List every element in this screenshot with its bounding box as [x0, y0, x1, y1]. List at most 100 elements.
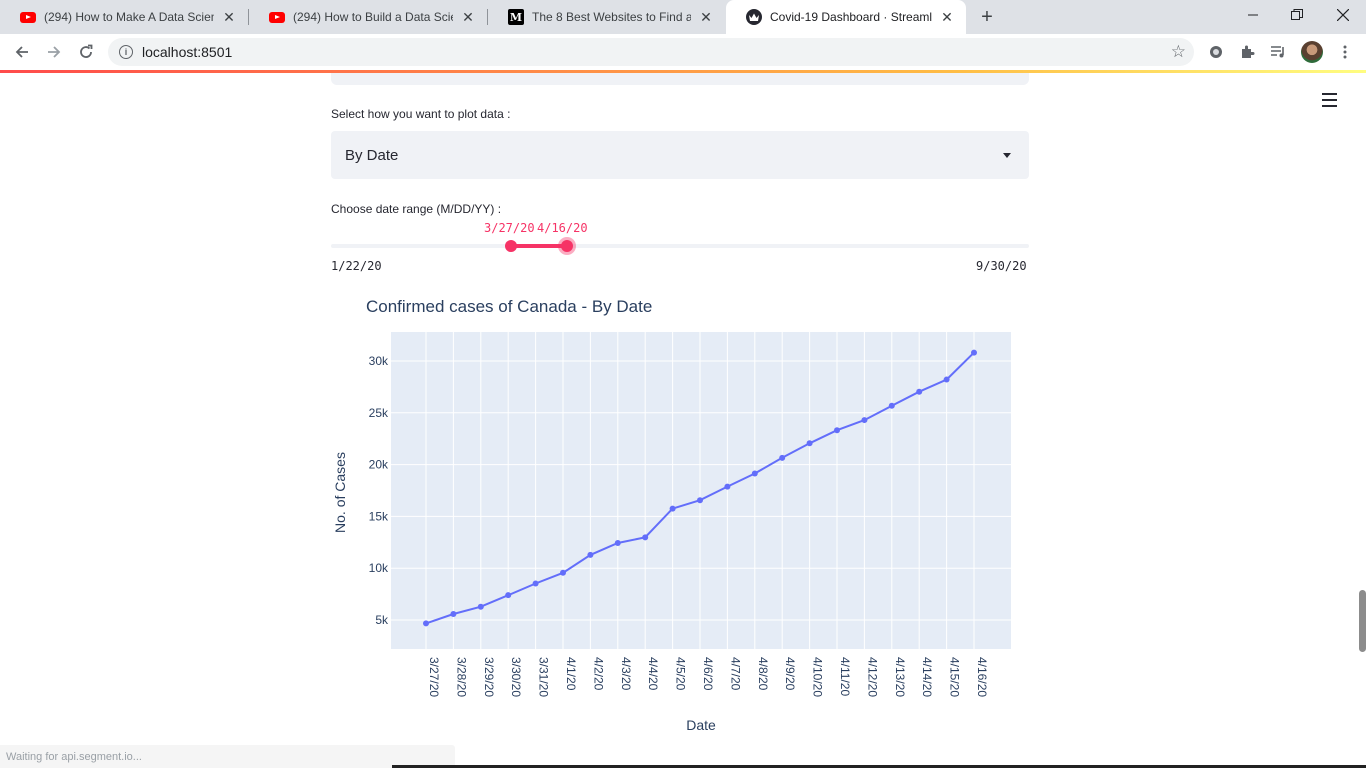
- youtube-icon: [269, 9, 285, 25]
- date-range-label: Choose date range (M/DD/YY) :: [331, 202, 502, 216]
- data-point: [450, 611, 457, 618]
- x-tick-label: 3/30/20: [509, 657, 523, 697]
- chart-title: Confirmed cases of Canada - By Date: [366, 297, 652, 316]
- slider-max-label: 9/30/20: [976, 259, 1027, 273]
- back-button[interactable]: [8, 38, 36, 66]
- close-tab-icon[interactable]: ✕: [938, 8, 956, 26]
- extensions-puzzle-icon[interactable]: [1238, 42, 1258, 62]
- x-tick-label: 4/10/20: [811, 657, 825, 697]
- tab-title: The 8 Best Websites to Find a Ha: [532, 10, 691, 24]
- extension-circle-icon[interactable]: [1206, 42, 1226, 62]
- x-tick-label: 4/3/20: [619, 657, 633, 691]
- x-tick-label: 3/29/20: [482, 657, 496, 697]
- browser-tab-2[interactable]: (294) How to Build a Data Scienc ✕: [249, 0, 487, 34]
- url-text: localhost:8501: [142, 44, 233, 60]
- minimize-button[interactable]: [1230, 0, 1276, 30]
- data-point: [861, 417, 868, 424]
- x-tick-label: 4/1/20: [564, 657, 578, 691]
- data-point: [916, 388, 923, 395]
- cases-line-chart[interactable]: 5k 10k 15k 20k 25k 30k 3/27/20 3/28/20 3/29/20 3/…: [331, 291, 1029, 751]
- x-tick-label: 4/5/20: [674, 657, 688, 691]
- x-tick-label: 4/7/20: [728, 657, 742, 691]
- restore-button[interactable]: [1274, 0, 1320, 30]
- plot-select-label: Select how you want to plot data :: [331, 107, 511, 121]
- x-tick-label: 3/27/20: [427, 657, 441, 697]
- tab-strip: (294) How to Make A Data Scienc ✕ (294) …: [0, 0, 1366, 34]
- close-tab-icon[interactable]: ✕: [459, 8, 477, 26]
- media-queue-icon[interactable]: [1269, 42, 1289, 62]
- plot-background: [391, 332, 1011, 649]
- data-point: [642, 534, 649, 541]
- data-point: [614, 539, 621, 546]
- x-tick-label: 4/13/20: [893, 657, 907, 697]
- data-point: [971, 349, 977, 356]
- data-point: [724, 483, 731, 490]
- address-bar[interactable]: i localhost:8501 ☆: [108, 38, 1194, 66]
- bookmark-star-icon[interactable]: ☆: [1171, 42, 1186, 62]
- hamburger-menu-icon[interactable]: [1322, 93, 1337, 111]
- slider-high-handle[interactable]: [561, 240, 573, 252]
- browser-tab-1[interactable]: (294) How to Make A Data Scienc ✕: [0, 0, 248, 34]
- data-point: [587, 551, 594, 558]
- browser-toolbar: i localhost:8501 ☆: [0, 34, 1366, 70]
- previous-widget-box: [331, 73, 1029, 85]
- slider-high-value: 4/16/20: [537, 221, 588, 235]
- tab-title: Covid-19 Dashboard · Streamlit: [770, 10, 932, 24]
- new-tab-button[interactable]: +: [976, 6, 998, 28]
- data-point: [779, 454, 786, 461]
- status-bar: Waiting for api.segment.io...: [0, 745, 455, 768]
- browser-menu-icon[interactable]: [1335, 42, 1355, 62]
- plot-type-select-value: By Date: [345, 146, 399, 164]
- forward-button[interactable]: [40, 38, 68, 66]
- x-tick-label: 4/12/20: [865, 657, 879, 697]
- data-point: [532, 580, 539, 587]
- y-tick-label: 30k: [369, 354, 389, 368]
- tab-title: (294) How to Build a Data Scienc: [293, 10, 453, 24]
- x-tick-label: 4/11/20: [838, 657, 852, 696]
- data-point: [669, 505, 676, 512]
- x-tick-label: 4/8/20: [756, 657, 770, 691]
- x-tick-label: 4/2/20: [591, 657, 605, 691]
- data-point: [423, 620, 429, 627]
- reload-button[interactable]: [72, 38, 100, 66]
- x-tick-label: 3/28/20: [454, 657, 468, 697]
- page-scrollbar-thumb[interactable]: [1359, 590, 1366, 652]
- y-tick-label: 25k: [369, 406, 389, 420]
- data-point: [888, 402, 895, 409]
- close-window-button[interactable]: [1320, 0, 1366, 30]
- streamlit-main: Select how you want to plot data : By Da…: [0, 73, 1366, 768]
- data-point: [834, 427, 840, 434]
- site-info-icon[interactable]: i: [119, 45, 133, 59]
- slider-low-handle[interactable]: [505, 240, 517, 252]
- date-range-slider-track[interactable]: [331, 244, 1029, 248]
- date-range-slider-fill: [511, 244, 567, 248]
- y-tick-label: 10k: [369, 561, 389, 575]
- browser-tab-active[interactable]: Covid-19 Dashboard · Streamlit ✕: [726, 0, 966, 34]
- y-axis-title: No. of Cases: [332, 452, 348, 533]
- tab-title: (294) How to Make A Data Scienc: [44, 10, 214, 24]
- x-axis-title: Date: [686, 717, 716, 733]
- data-point: [806, 440, 813, 447]
- data-point: [477, 603, 484, 610]
- plot-type-select[interactable]: By Date: [331, 131, 1029, 179]
- x-tick-label: 3/31/20: [537, 657, 551, 697]
- slider-low-value: 3/27/20: [484, 221, 535, 235]
- streamlit-crown-icon: [746, 9, 762, 25]
- data-point: [943, 376, 950, 383]
- x-tick-label: 4/9/20: [783, 657, 797, 691]
- y-tick-label: 15k: [369, 509, 389, 523]
- close-tab-icon[interactable]: ✕: [220, 8, 238, 26]
- data-point: [751, 470, 758, 477]
- close-tab-icon[interactable]: ✕: [697, 8, 715, 26]
- browser-tab-3[interactable]: M The 8 Best Websites to Find a Ha ✕: [488, 0, 725, 34]
- slider-min-label: 1/22/20: [331, 259, 382, 273]
- y-tick-label: 5k: [375, 613, 389, 627]
- profile-avatar[interactable]: [1301, 41, 1323, 63]
- medium-icon: M: [508, 9, 524, 25]
- youtube-icon: [20, 9, 36, 25]
- x-tick-label: 4/4/20: [646, 657, 660, 691]
- chevron-down-icon: [1003, 153, 1011, 158]
- data-point: [697, 497, 703, 504]
- data-point: [560, 569, 566, 576]
- x-tick-label: 4/14/20: [920, 657, 934, 697]
